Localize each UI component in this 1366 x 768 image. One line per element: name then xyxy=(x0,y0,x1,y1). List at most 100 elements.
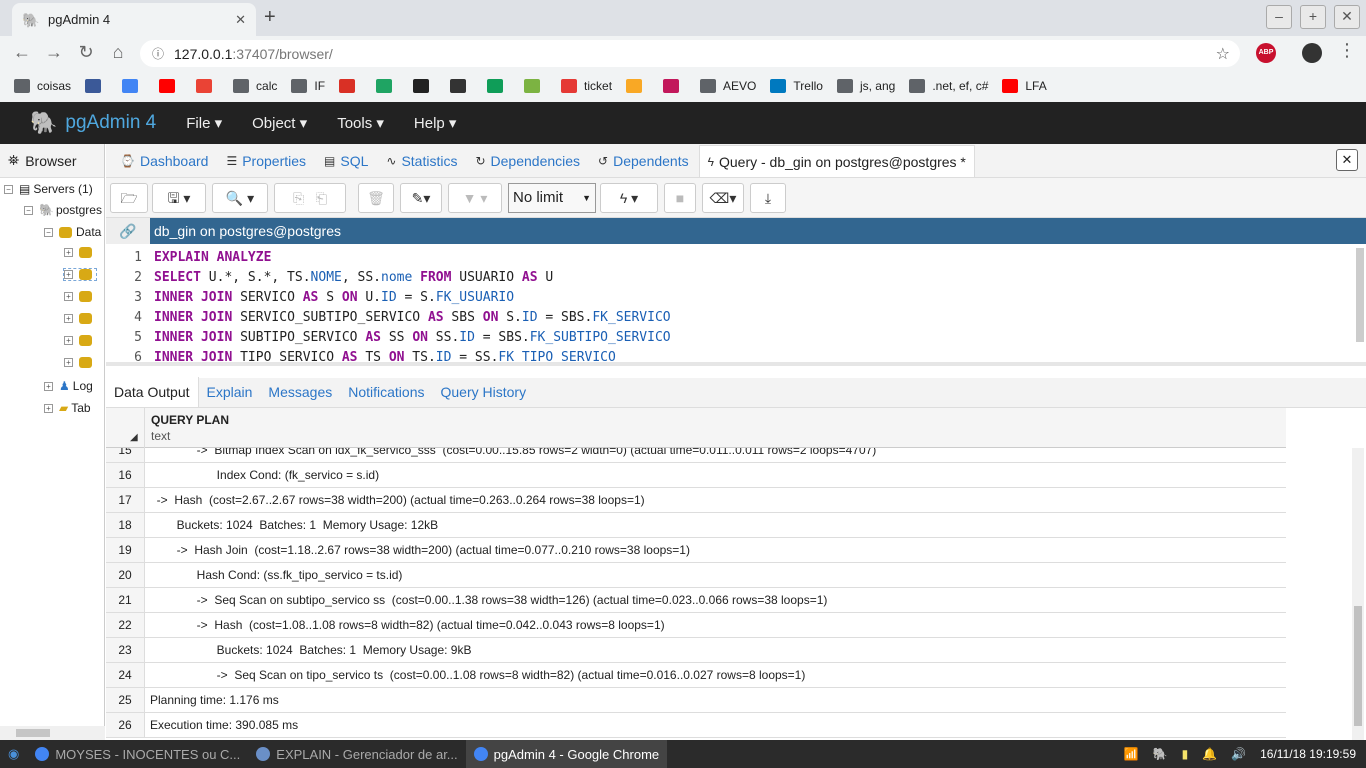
query-plan-cell[interactable]: Buckets: 1024 Batches: 1 Memory Usage: 1… xyxy=(150,513,438,537)
wifi-icon[interactable]: 📶 xyxy=(1124,747,1139,761)
row-number[interactable]: 19 xyxy=(106,538,145,562)
menu-file[interactable]: File ▾ xyxy=(186,114,222,132)
bookmark-10[interactable] xyxy=(450,79,473,93)
query-plan-cell[interactable]: Hash Cond: (ss.fk_tipo_servico = ts.id) xyxy=(150,563,403,587)
bookmark-0[interactable]: coisas xyxy=(14,79,71,93)
expand-icon[interactable]: + xyxy=(44,381,53,391)
sql-editor[interactable]: 1 EXPLAIN ANALYZE 2 SELECT U.*, S.*, TS.NOM… xyxy=(106,244,1366,366)
expand-icon[interactable]: + xyxy=(64,248,73,257)
table-row[interactable]: 23 Buckets: 1024 Batches: 1 Memory Usage… xyxy=(106,638,1286,663)
bookmark-6[interactable]: IF xyxy=(291,79,325,93)
row-number[interactable]: 18 xyxy=(106,513,145,537)
tree-db-6[interactable]: + xyxy=(64,357,96,368)
expand-icon[interactable]: + xyxy=(64,314,73,323)
query-plan-cell[interactable]: -> Hash (cost=1.08..1.08 rows=8 width=82… xyxy=(150,613,665,637)
bookmark-1[interactable] xyxy=(85,79,108,93)
volume-icon[interactable]: 🔊 xyxy=(1231,747,1246,761)
bookmark-11[interactable] xyxy=(487,79,510,93)
connection-label[interactable]: db_gin on postgres@postgres xyxy=(154,223,341,239)
stop-button[interactable]: ■ xyxy=(664,183,696,213)
tab-3[interactable]: ∿ Statistics xyxy=(378,145,465,177)
code-line[interactable]: EXPLAIN ANALYZE xyxy=(154,250,271,265)
browser-tab[interactable]: 🐘 pgAdmin 4 ✕ xyxy=(12,3,256,36)
expand-icon[interactable]: + xyxy=(44,403,53,413)
table-row[interactable]: 18 Buckets: 1024 Batches: 1 Memory Usage… xyxy=(106,513,1286,538)
row-number[interactable]: 26 xyxy=(106,713,145,737)
table-row[interactable]: 24 -> Seq Scan on tipo_servico ts (cost=… xyxy=(106,663,1286,688)
browser-horizontal-scrollbar[interactable] xyxy=(0,726,105,740)
tab-0[interactable]: ⌚ Dashboard xyxy=(112,145,216,177)
edit-button[interactable]: ✎▾ xyxy=(400,183,442,213)
reload-icon[interactable]: ↻ xyxy=(74,42,98,63)
collapse-icon[interactable]: − xyxy=(4,184,13,194)
forward-icon[interactable]: → xyxy=(42,42,66,63)
bookmark-7[interactable] xyxy=(339,79,362,93)
execute-button[interactable]: ϟ ▾ xyxy=(600,183,658,213)
connection-link-icon[interactable]: 🔗 xyxy=(106,218,150,244)
taskbar-item-0[interactable]: MOYSES - INOCENTES ou C... xyxy=(27,740,248,768)
bookmark-19[interactable]: .net, ef, c# xyxy=(909,79,988,93)
row-number[interactable]: 21 xyxy=(106,588,145,612)
table-row[interactable]: 21 -> Seq Scan on subtipo_servico ss (co… xyxy=(106,588,1286,613)
collapse-icon[interactable]: − xyxy=(44,227,53,237)
query-plan-cell[interactable]: Execution time: 390.085 ms xyxy=(150,713,298,737)
tree-db-2[interactable]: + xyxy=(63,268,97,281)
delete-button[interactable]: 🗑 xyxy=(358,183,394,213)
expand-icon[interactable]: + xyxy=(64,336,73,345)
taskbar-item-2[interactable]: pgAdmin 4 - Google Chrome xyxy=(465,740,668,768)
home-icon[interactable]: ⌂ xyxy=(106,42,130,63)
tab-close-icon[interactable]: ✕ xyxy=(235,12,246,28)
menu-help[interactable]: Help ▾ xyxy=(414,114,457,132)
notes-icon[interactable]: ▮ xyxy=(1182,747,1189,761)
back-icon[interactable]: ← xyxy=(10,42,34,63)
column-name[interactable]: QUERY PLAN xyxy=(151,413,229,427)
clock[interactable]: 16/11/18 19:19:59 xyxy=(1260,747,1356,761)
query-plan-cell[interactable]: -> Seq Scan on tipo_servico ts (cost=0.0… xyxy=(150,663,806,687)
collapse-icon[interactable]: − xyxy=(24,205,33,215)
result-tab-0[interactable]: Data Output xyxy=(106,377,199,407)
row-number[interactable]: 17 xyxy=(106,488,145,512)
query-plan-cell[interactable]: Index Cond: (fk_servico = s.id) xyxy=(150,463,379,487)
query-plan-cell[interactable]: -> Seq Scan on subtipo_servico ss (cost=… xyxy=(150,588,828,612)
result-tab-1[interactable]: Explain xyxy=(199,377,261,407)
scroll-thumb[interactable] xyxy=(16,729,50,737)
bookmark-16[interactable]: AEVO xyxy=(700,79,756,93)
bookmark-20[interactable]: LFA xyxy=(1002,79,1047,93)
close-panel-button[interactable]: ✕ xyxy=(1336,149,1358,171)
query-plan-cell[interactable]: -> Hash (cost=2.67..2.67 rows=38 width=2… xyxy=(150,488,645,512)
notification-bell-icon[interactable]: 🔔 xyxy=(1202,747,1217,761)
tab-4[interactable]: ↻ Dependencies xyxy=(467,145,588,177)
row-number[interactable]: 16 xyxy=(106,463,145,487)
code-line[interactable]: INNER JOIN SERVICO_SUBTIPO_SERVICO AS SB… xyxy=(154,310,671,325)
expand-icon[interactable]: + xyxy=(64,292,73,301)
table-row[interactable]: 20 Hash Cond: (ss.fk_tipo_servico = ts.i… xyxy=(106,563,1286,588)
bookmark-8[interactable] xyxy=(376,79,399,93)
result-tab-4[interactable]: Query History xyxy=(433,377,535,407)
tab-1[interactable]: ☰ Properties xyxy=(218,145,314,177)
row-number[interactable]: 25 xyxy=(106,688,145,712)
bookmark-15[interactable] xyxy=(663,79,686,93)
menu-tools[interactable]: Tools ▾ xyxy=(337,114,384,132)
menu-object[interactable]: Object ▾ xyxy=(252,114,307,132)
expand-icon[interactable]: + xyxy=(64,270,73,279)
address-bar[interactable]: ⓘ 127.0.0.1:37407/browser/ ☆ xyxy=(140,40,1240,67)
row-number[interactable]: 24 xyxy=(106,663,145,687)
clear-button[interactable]: ⌫▾ xyxy=(702,183,744,213)
bookmark-17[interactable]: Trello xyxy=(770,79,823,93)
row-number[interactable]: 22 xyxy=(106,613,145,637)
close-window-button[interactable]: ✕ xyxy=(1334,5,1360,29)
minimize-button[interactable]: – xyxy=(1266,5,1292,29)
tab-5[interactable]: ↺ Dependents xyxy=(590,145,697,177)
tab-2[interactable]: ▤ SQL xyxy=(316,145,376,177)
query-plan-cell[interactable]: Buckets: 1024 Batches: 1 Memory Usage: 9… xyxy=(150,638,472,662)
bookmark-12[interactable] xyxy=(524,79,547,93)
tree-databases[interactable]: − Data xyxy=(44,225,101,239)
table-row[interactable]: 16 Index Cond: (fk_servico = s.id) xyxy=(106,463,1286,488)
code-line[interactable]: SELECT U.*, S.*, TS.NOME, SS.nome FROM U… xyxy=(154,270,553,285)
bookmark-4[interactable] xyxy=(196,79,219,93)
download-button[interactable]: ⤓ xyxy=(750,183,786,213)
tree-servers[interactable]: − ▤ Servers (1) xyxy=(4,182,93,196)
code-line[interactable]: INNER JOIN SERVICO AS S ON U.ID = S.FK_U… xyxy=(154,290,514,305)
expand-icon[interactable]: + xyxy=(64,358,73,367)
chrome-menu-icon[interactable]: ⋮ xyxy=(1338,40,1356,61)
